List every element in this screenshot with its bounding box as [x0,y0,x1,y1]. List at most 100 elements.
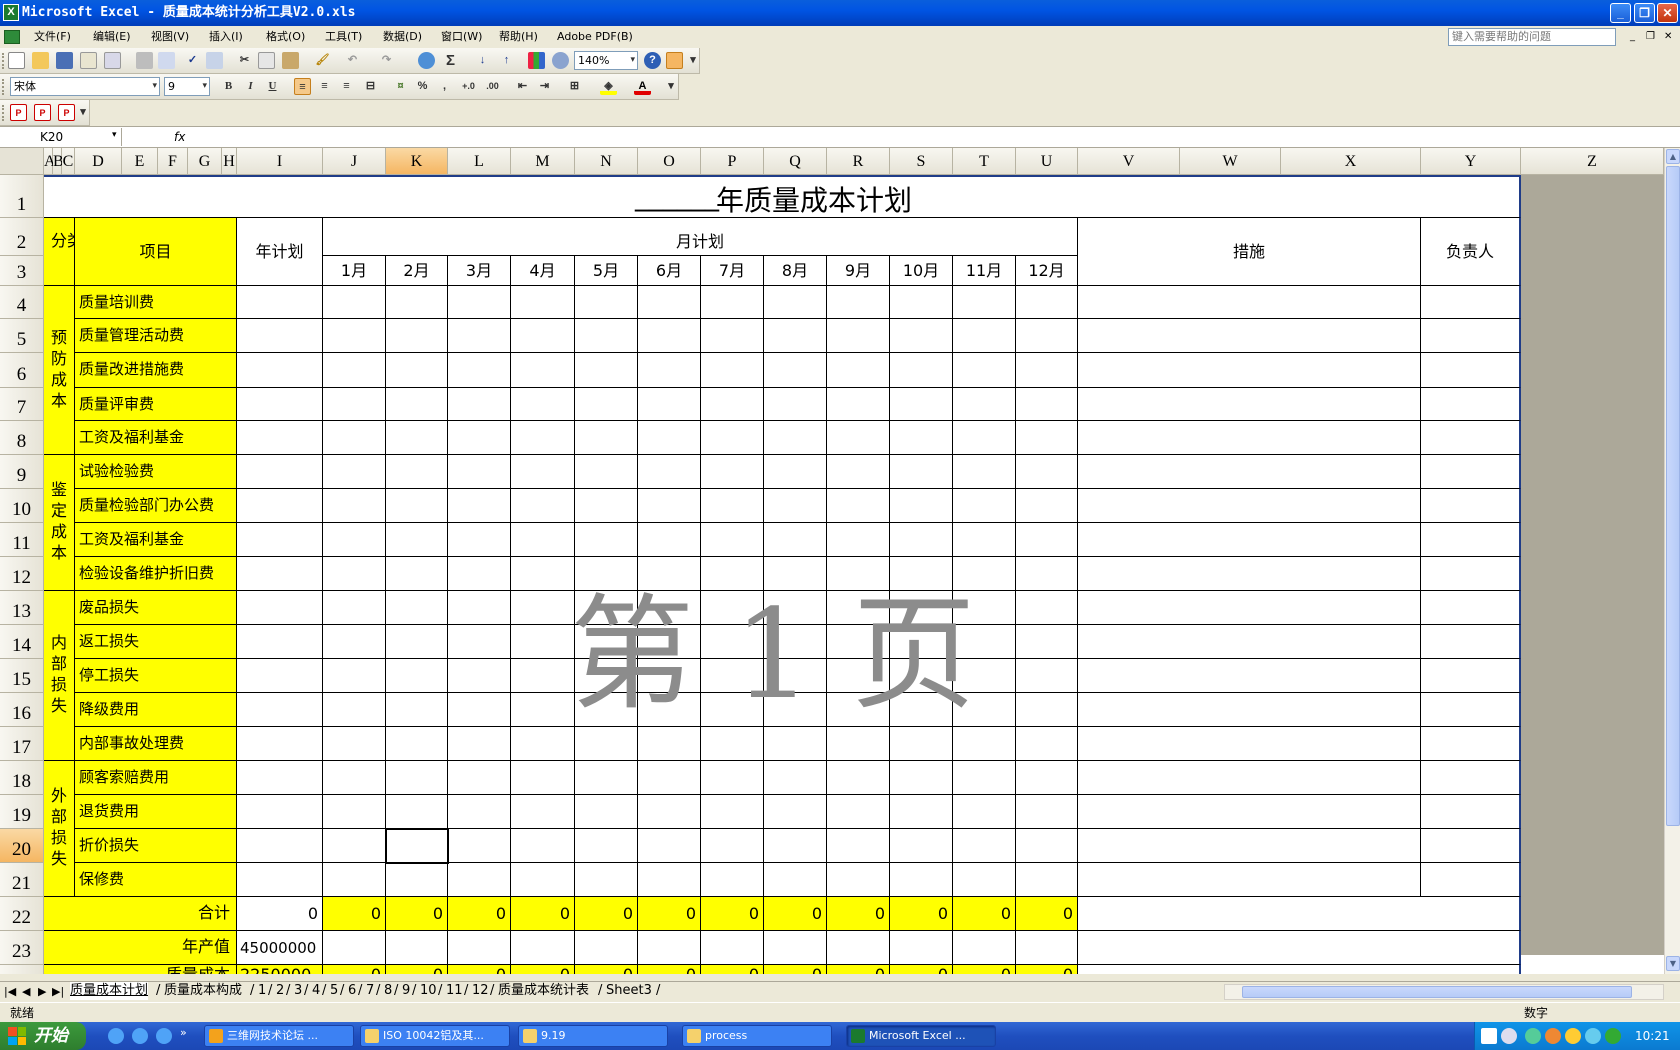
value-cell[interactable] [323,863,386,897]
value-cell[interactable] [890,795,953,829]
measures-cell[interactable] [1078,761,1421,795]
total-month-value[interactable]: 0 [511,897,575,931]
value-cell[interactable] [511,388,575,421]
value-cell[interactable] [323,625,386,659]
column-header[interactable]: X [1281,148,1421,175]
font-color-icon[interactable]: A [634,78,651,95]
value-cell[interactable] [386,557,448,591]
column-header[interactable]: A [44,148,56,175]
value-cell[interactable] [890,455,953,489]
month-header[interactable]: 9月 [827,256,890,286]
total-month-value[interactable]: 0 [890,897,953,931]
cut-icon[interactable]: ✂ [236,52,253,69]
value-cell[interactable] [701,388,764,421]
value-cell[interactable] [827,353,890,388]
row24-month-value[interactable]: 0 [953,965,1016,974]
value-cell[interactable] [323,455,386,489]
column-header[interactable]: U [1016,148,1078,175]
value-cell[interactable] [701,286,764,319]
value-cell[interactable] [237,795,323,829]
value-cell[interactable] [237,591,323,625]
row24-month-value[interactable]: 0 [764,965,827,974]
header-year-plan[interactable]: 年计划 [237,218,323,286]
comma-button[interactable]: , [436,78,453,95]
output-label[interactable]: 年产值 [44,931,237,965]
value-cell[interactable] [386,829,448,863]
value-cell[interactable] [575,455,638,489]
value-cell[interactable] [575,931,638,965]
value-cell[interactable] [827,523,890,557]
email-icon[interactable] [104,52,121,69]
column-header[interactable]: Y [1421,148,1521,175]
value-cell[interactable] [448,931,511,965]
measures-cell[interactable] [1078,421,1421,455]
column-header[interactable]: H [222,148,237,175]
header-measures[interactable]: 措施 [1078,218,1421,286]
measures-cell[interactable] [1078,388,1421,421]
value-cell[interactable] [1016,659,1078,693]
value-cell[interactable] [827,286,890,319]
value-cell[interactable] [764,523,827,557]
owner-cell[interactable] [1421,591,1521,625]
value-cell[interactable] [237,761,323,795]
row-header[interactable]: 7 [0,388,44,421]
owner-cell[interactable] [1421,829,1521,863]
value-cell[interactable] [638,523,701,557]
value-cell[interactable] [701,489,764,523]
align-left-icon[interactable]: ≡ [294,78,311,95]
value-cell[interactable] [1016,455,1078,489]
toolbar-options-icon[interactable]: ▾ [78,104,88,121]
value-cell[interactable] [1016,625,1078,659]
select-all-corner[interactable] [0,148,44,175]
new-icon[interactable] [8,52,25,69]
row-header[interactable]: 17 [0,727,44,761]
row-header[interactable]: 3 [0,256,44,286]
value-cell[interactable] [323,761,386,795]
quicklaunch-more-icon[interactable]: » [180,1026,187,1039]
value-cell[interactable] [511,421,575,455]
chart-wizard-icon[interactable] [528,52,545,69]
item-cell[interactable]: 质量检验部门办公费 [75,489,237,523]
value-cell[interactable] [701,863,764,897]
value-cell[interactable] [1016,489,1078,523]
month-header[interactable]: 4月 [511,256,575,286]
value-cell[interactable] [701,353,764,388]
value-cell[interactable] [827,829,890,863]
value-cell[interactable] [575,523,638,557]
measures-cell[interactable] [1078,659,1421,693]
insert-function-icon[interactable]: fx [174,128,185,146]
value-cell[interactable] [237,489,323,523]
sort-descending-icon[interactable]: ↑ [498,52,515,69]
value-cell[interactable] [638,489,701,523]
sheet-tab[interactable]: 8 [384,982,392,1000]
value-cell[interactable] [448,727,511,761]
taskbar-item-forum[interactable]: 三维网技术论坛 ... [204,1025,354,1047]
value-cell[interactable] [764,795,827,829]
row-header[interactable]: 22 [0,897,44,931]
measures-cell[interactable] [1078,286,1421,319]
value-cell[interactable] [386,286,448,319]
header-month-plan[interactable]: 月计划 [323,218,1078,256]
value-cell[interactable] [701,761,764,795]
network-tray-icon[interactable] [1501,1028,1517,1044]
menu-file[interactable]: 文件(F) [34,26,71,48]
title-bar[interactable]: X Microsoft Excel - 质量成本统计分析工具V2.0.xls _… [0,0,1680,26]
sheet-tab[interactable]: 质量成本构成 [164,982,242,1000]
value-cell[interactable] [953,931,1016,965]
column-header[interactable]: O [638,148,701,175]
value-cell[interactable] [638,286,701,319]
row24-month-value[interactable]: 0 [1016,965,1078,974]
value-cell[interactable] [575,489,638,523]
row-header[interactable]: 10 [0,489,44,523]
value-cell[interactable] [890,863,953,897]
total-month-value[interactable]: 0 [575,897,638,931]
row24-month-value[interactable]: 0 [575,965,638,974]
value-cell[interactable] [323,931,386,965]
value-cell[interactable] [511,353,575,388]
value-cell[interactable] [890,761,953,795]
total-year[interactable]: 0 [237,897,323,931]
month-header[interactable]: 7月 [701,256,764,286]
item-cell[interactable]: 停工损失 [75,659,237,693]
owner-cell[interactable] [1421,421,1521,455]
value-cell[interactable] [1016,353,1078,388]
